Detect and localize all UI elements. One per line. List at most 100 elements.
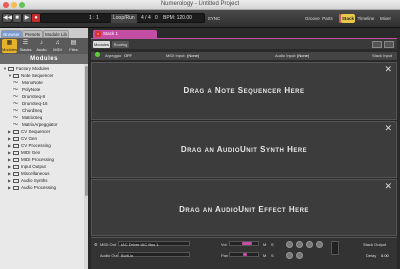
pan-slider-fill <box>243 253 247 256</box>
view-list-button[interactable] <box>372 40 382 48</box>
audio-input-value[interactable]: (None) <box>297 52 309 60</box>
folder-icon <box>13 73 19 78</box>
view-grid-button[interactable] <box>384 40 394 48</box>
tree-folder[interactable]: ▶ Miscellaneous <box>8 171 50 177</box>
tab-modules[interactable]: Modules <box>93 40 110 48</box>
audio-tab[interactable]: ♪ Audio <box>34 39 49 53</box>
stacks-tab[interactable]: ☰ Stacks <box>18 39 33 53</box>
audiounit-synth-slot[interactable]: Drag an AudioUnit Synth Here ✕ <box>91 121 397 178</box>
midi-tab[interactable]: ♫ MIDI <box>50 39 65 53</box>
mute-button[interactable]: M <box>263 242 266 247</box>
knob-6[interactable] <box>296 252 303 259</box>
midi-out-select[interactable]: IAC Driver IAC Bus 1 <box>118 241 190 247</box>
time-signature[interactable]: 4 / 4 <box>141 14 151 23</box>
close-stack-icon[interactable]: × <box>95 31 101 37</box>
tab-browser[interactable]: Browser <box>1 30 22 38</box>
modules-tab[interactable]: ▦ Modules <box>2 39 17 53</box>
vol-label: Vol <box>221 242 227 247</box>
sidebar: Browser Presets Module Lib ▦ Modules ☰ Sta… <box>0 28 88 269</box>
power-icon[interactable] <box>95 52 100 57</box>
stack-input-label: Stack Input <box>372 53 393 58</box>
waveform-icon: 〜 <box>13 80 19 86</box>
folder-icon <box>13 143 19 148</box>
stack-input-bar: Arpeggio: OFF MIDI Input: (None) Audio I… <box>91 52 397 60</box>
nav-stack[interactable]: Stack <box>341 14 355 23</box>
knob-4[interactable] <box>316 241 323 248</box>
rewind-button[interactable]: ◀◀ <box>2 13 12 23</box>
stack-tab[interactable]: × Stack 1 <box>93 30 157 38</box>
tree-folder[interactable]: ▶ MIDI Gen <box>8 150 40 156</box>
remove-slot-icon[interactable]: ✕ <box>384 65 392 74</box>
title-bar: Numerology - Untitled Project <box>0 0 400 10</box>
tree-module-item[interactable]: 〜 ChordSeq <box>13 108 42 114</box>
delay-label: Delay <box>366 253 377 258</box>
tree-module-item[interactable]: 〜 MonoNote <box>13 80 43 86</box>
tree-folder[interactable]: ▶ MIDI Processing <box>8 157 54 163</box>
tree-folder[interactable]: ▶ Audio Processing <box>8 185 56 191</box>
arpeggio-label: Arpeggio: <box>105 53 123 58</box>
stack-editor: × Stack 1 Modules Routing Arpeggio: OFF … <box>88 28 400 269</box>
nav-mixer[interactable]: Mixer <box>378 14 393 23</box>
arpeggio-value[interactable]: OFF <box>124 52 132 60</box>
play-icon: ▶ <box>24 15 30 21</box>
tree-folder[interactable]: ▶ Audio Synths <box>8 178 48 184</box>
sidebar-icon-bar: ▦ Modules ☰ Stacks ♪ Audio ♫ MIDI ▤ Files <box>0 38 88 54</box>
bpm-readout[interactable]: BPM: 120.00 <box>163 14 192 23</box>
audio-input-label: Audio Input: <box>275 53 297 58</box>
waveform-icon: 〜 <box>13 122 19 128</box>
solo-button[interactable]: S <box>271 242 274 247</box>
tree-module-item[interactable]: 〜 PolyNote <box>13 87 40 93</box>
mode-bar: Modules Routing <box>91 39 397 49</box>
volume-slider-fill <box>242 242 252 245</box>
nav-groove[interactable]: Groove <box>305 14 320 23</box>
note-sequencer-slot[interactable]: Drag a Note Sequencer Here ✕ <box>91 62 397 120</box>
stack-output-label: Stack Output <box>363 242 387 247</box>
delay-value[interactable]: 0.00 <box>381 253 389 258</box>
nav-parts[interactable]: Parts <box>322 14 333 23</box>
stop-icon: ■ <box>15 15 19 21</box>
nav-timeline[interactable]: Timeline <box>357 14 375 23</box>
audiounit-effect-slot[interactable]: Drag an AudioUnit Effect Here ✕ <box>91 179 397 236</box>
tree-folder[interactable]: ▶ CV Processing <box>8 143 51 149</box>
tree-folder[interactable]: ▼ Factory Modules <box>3 66 49 72</box>
waveform-icon: 〜 <box>13 87 19 93</box>
folder-icon <box>13 150 19 155</box>
tab-routing[interactable]: Routing <box>112 40 129 48</box>
swing-value[interactable]: 0 <box>155 14 158 23</box>
midi-input-value[interactable]: (None) <box>187 52 199 60</box>
audio-out-select[interactable]: Built-in <box>118 252 190 258</box>
tree-module-item[interactable]: 〜 DrumSeq-8 <box>13 94 45 100</box>
tree-folder[interactable]: ▶ CV Gen <box>8 136 37 142</box>
folder-icon <box>13 136 19 141</box>
files-tab[interactable]: ▤ Files <box>66 39 81 53</box>
loop-mode-select[interactable]: Loop/Run <box>111 14 137 23</box>
stacks-icon: ☰ <box>22 40 29 46</box>
tree-module-item[interactable]: 〜 MatrixSeq <box>13 115 42 121</box>
modules-icon: ▦ <box>6 40 13 46</box>
remove-slot-icon[interactable]: ✕ <box>384 182 392 191</box>
gear-icon[interactable]: ⚙ <box>94 242 98 247</box>
sync-button[interactable]: SYNC <box>207 14 221 23</box>
folder-icon <box>13 157 19 162</box>
waveform-icon: 〜 <box>13 108 19 114</box>
knob-3[interactable] <box>306 241 313 248</box>
pan-solo-button[interactable]: S <box>271 253 274 258</box>
output-meter <box>331 241 339 255</box>
knob-2[interactable] <box>296 241 303 248</box>
modules-header: Modules <box>0 54 88 64</box>
knob-5[interactable] <box>286 252 293 259</box>
tree-module-item[interactable]: 〜 MatrixArpeggiator <box>13 122 58 128</box>
tree-folder[interactable]: ▶ CV Sequencer <box>8 129 50 135</box>
tab-module-lib[interactable]: Module Lib <box>43 30 69 38</box>
pan-mute-button[interactable]: M <box>263 253 266 258</box>
tree-folder[interactable]: ▶ Input Output <box>8 164 46 170</box>
tree-module-item[interactable]: 〜 DrumSeq-16 <box>13 101 48 107</box>
remove-slot-icon[interactable]: ✕ <box>384 124 392 133</box>
midi-out-label: MIDI Out <box>100 242 117 247</box>
knob-1[interactable] <box>286 241 293 248</box>
record-icon: ● <box>34 15 38 21</box>
tab-presets[interactable]: Presets <box>22 30 43 38</box>
stack-tab-label: Stack 1 <box>103 31 119 36</box>
tree-folder[interactable]: ▼ Note Sequencer <box>8 73 54 79</box>
stop-button[interactable]: ■ <box>12 13 22 23</box>
